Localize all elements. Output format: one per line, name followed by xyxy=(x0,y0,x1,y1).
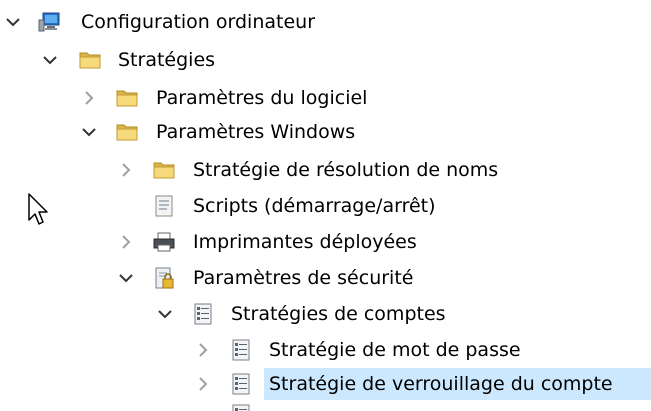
tree-item-label: Stratégies xyxy=(118,49,216,71)
chevron-right-icon[interactable] xyxy=(79,88,99,108)
tree-item-partial[interactable] xyxy=(0,401,400,411)
printer-icon xyxy=(152,230,176,254)
policy-icon xyxy=(191,302,215,326)
tree-item-label: Stratégie de verrouillage du compte xyxy=(269,373,613,395)
computer-icon xyxy=(37,10,61,34)
tree-item-strategies-de-comptes[interactable]: Stratégies de comptes xyxy=(0,297,520,331)
chevron-right-icon[interactable] xyxy=(116,232,136,252)
tree-item-configuration-ordinateur[interactable]: Configuration ordinateur xyxy=(0,5,400,39)
chevron-right-icon[interactable] xyxy=(193,340,213,360)
tree-item-label: Imprimantes déployées xyxy=(193,231,417,253)
script-icon xyxy=(152,194,176,218)
tree-item-label: Stratégie de résolution de noms xyxy=(193,159,499,181)
chevron-down-icon[interactable] xyxy=(3,12,23,32)
tree-view: Configuration ordinateur Stratégies Para… xyxy=(0,0,651,411)
tree-item-strategie-verrouillage-compte[interactable]: Stratégie de verrouillage du compte xyxy=(0,367,651,401)
tree-item-scripts[interactable]: Scripts (démarrage/arrêt) xyxy=(0,189,500,223)
folder-icon xyxy=(115,120,139,144)
tree-item-imprimantes-deployees[interactable]: Imprimantes déployées xyxy=(0,225,500,259)
tree-item-parametres-du-logiciel[interactable]: Paramètres du logiciel xyxy=(0,81,450,115)
tree-item-label: Stratégie de mot de passe xyxy=(269,339,521,361)
chevron-down-icon[interactable] xyxy=(155,304,175,324)
tree-item-strategies[interactable]: Stratégies xyxy=(0,43,400,77)
tree-item-label: Configuration ordinateur xyxy=(81,11,316,33)
chevron-down-icon[interactable] xyxy=(79,122,99,142)
chevron-down-icon[interactable] xyxy=(116,268,136,288)
security-lock-icon xyxy=(152,266,176,290)
chevron-down-icon[interactable] xyxy=(40,50,60,70)
folder-icon xyxy=(152,158,176,182)
tree-item-strategie-mot-de-passe[interactable]: Stratégie de mot de passe xyxy=(0,333,600,367)
tree-item-label: Paramètres de sécurité xyxy=(193,267,414,289)
policy-icon xyxy=(229,338,253,362)
policy-icon xyxy=(229,372,253,396)
tree-item-label: Paramètres du logiciel xyxy=(156,87,368,109)
chevron-right-icon[interactable] xyxy=(193,374,213,394)
tree-item-label: Stratégies de comptes xyxy=(231,303,446,325)
chevron-right-icon[interactable] xyxy=(116,160,136,180)
folder-icon xyxy=(78,48,102,72)
folder-icon xyxy=(115,86,139,110)
tree-item-strategie-resolution-noms[interactable]: Stratégie de résolution de noms xyxy=(0,153,560,187)
tree-item-label: Paramètres Windows xyxy=(156,121,356,143)
tree-item-parametres-windows[interactable]: Paramètres Windows xyxy=(0,115,450,149)
mouse-cursor-icon xyxy=(28,193,48,225)
tree-item-label: Scripts (démarrage/arrêt) xyxy=(193,195,436,217)
tree-item-parametres-securite[interactable]: Paramètres de sécurité xyxy=(0,261,500,295)
policy-icon xyxy=(229,403,253,411)
